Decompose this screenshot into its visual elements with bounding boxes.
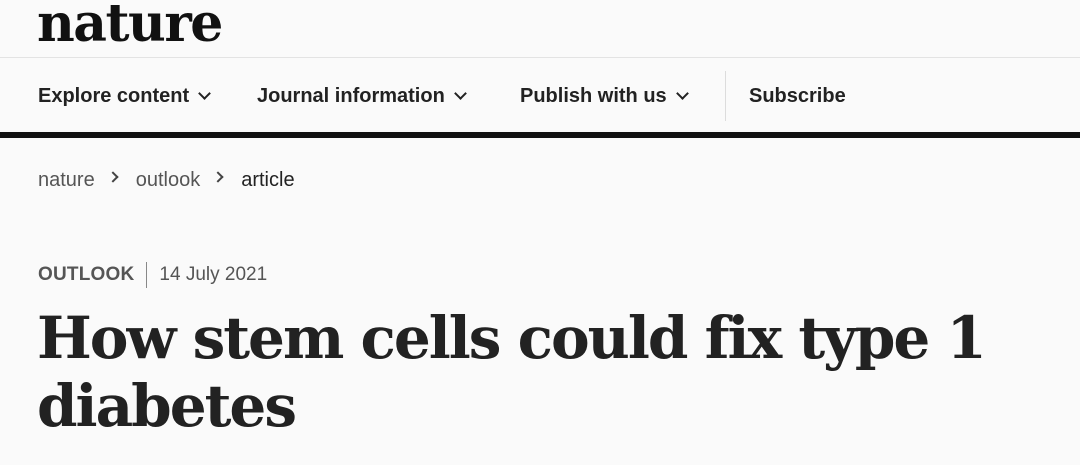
nav-publish-with-us[interactable]: Publish with us <box>520 84 689 108</box>
main-nav: Explore content Journal information Publ… <box>0 59 1080 132</box>
article-type[interactable]: OUTLOOK <box>38 264 134 286</box>
breadcrumb: nature outlook article <box>38 167 295 193</box>
nav-divider <box>725 71 726 121</box>
article-meta: OUTLOOK 14 July 2021 <box>38 262 268 288</box>
article-date: 14 July 2021 <box>159 264 268 285</box>
logo-bar: nature <box>0 0 1080 58</box>
chevron-down-icon <box>198 86 212 100</box>
nav-journal-information-label: Journal information <box>257 84 445 107</box>
nav-journal-information[interactable]: Journal information <box>257 84 467 108</box>
chevron-right-icon <box>107 171 119 183</box>
nav-rule <box>0 132 1080 138</box>
subscribe-link[interactable]: Subscribe <box>749 84 846 108</box>
breadcrumb-item-article: article <box>241 168 295 191</box>
meta-separator <box>146 262 148 288</box>
nav-explore-content[interactable]: Explore content <box>38 84 212 108</box>
chevron-down-icon <box>675 86 689 100</box>
breadcrumb-item-outlook[interactable]: outlook <box>136 169 201 192</box>
chevron-down-icon <box>453 86 467 100</box>
nav-explore-content-label: Explore content <box>38 84 190 107</box>
breadcrumb-item-nature[interactable]: nature <box>38 169 95 192</box>
nature-logo[interactable]: nature <box>37 0 223 54</box>
chevron-right-icon <box>212 171 224 183</box>
nav-publish-with-us-label: Publish with us <box>520 84 667 107</box>
article-title: How stem cells could fix type 1 diabetes <box>37 304 987 440</box>
